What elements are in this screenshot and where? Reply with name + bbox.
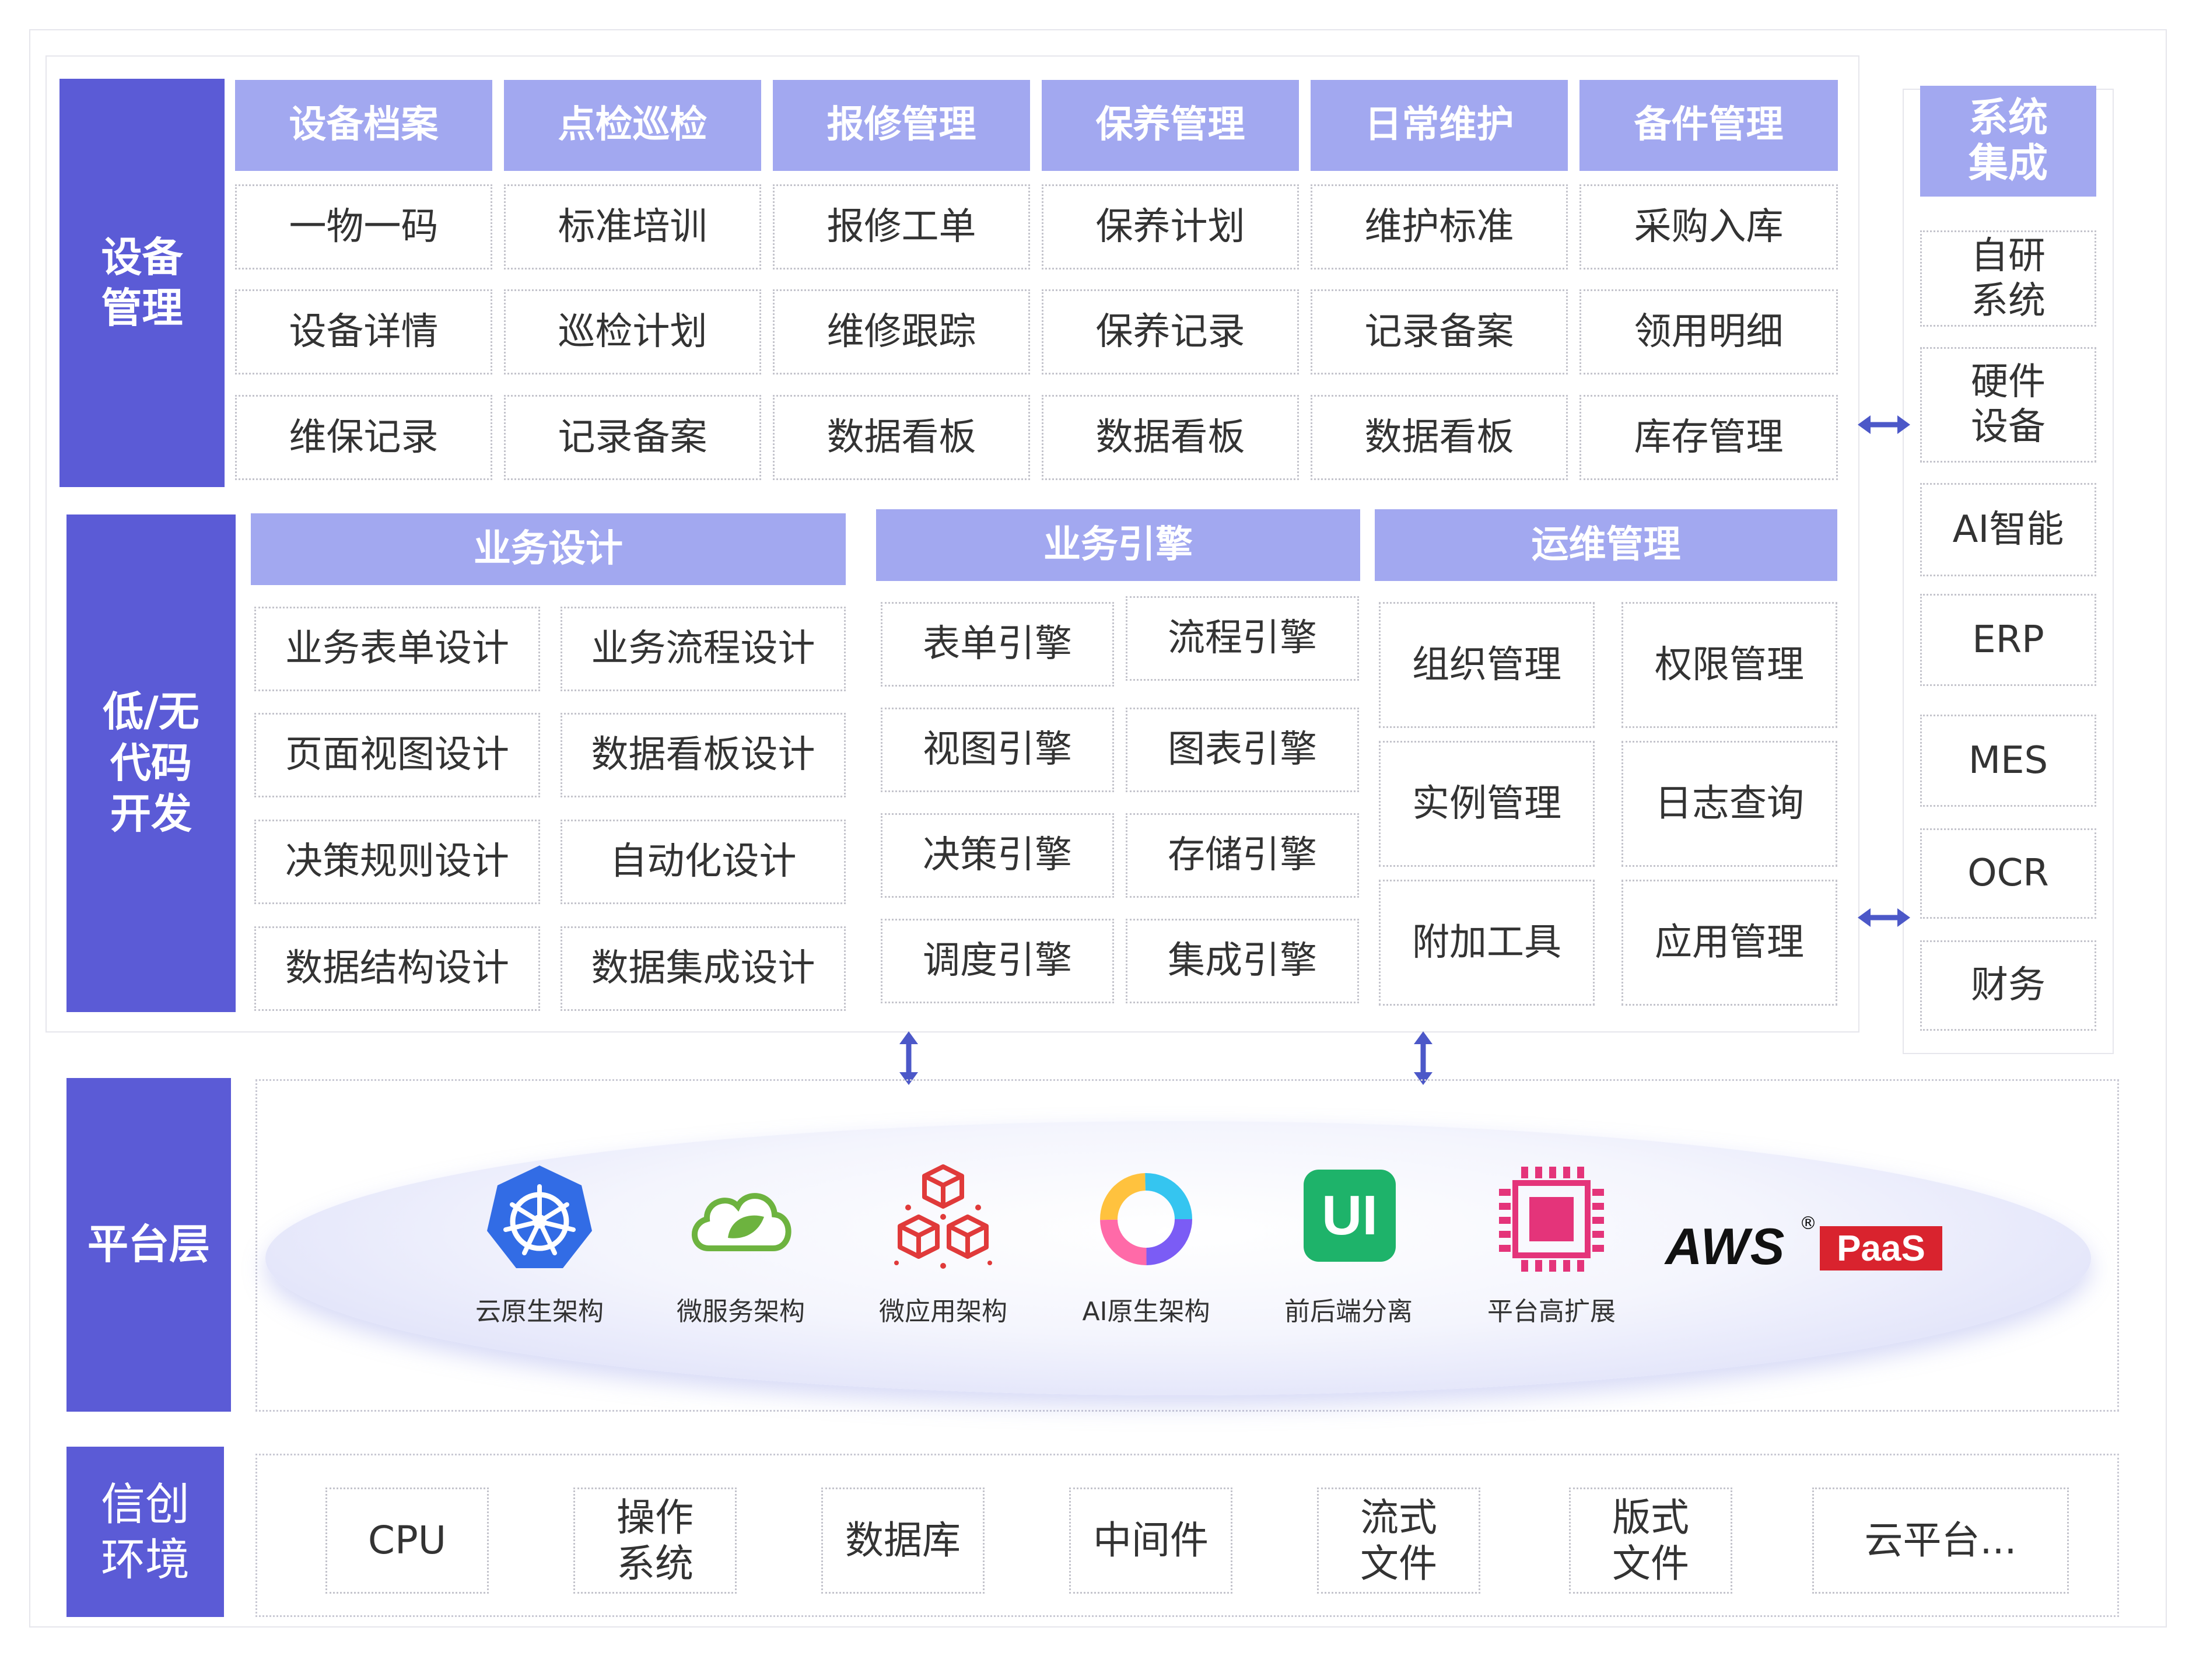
platform-item: 云原生架构 [435,1161,645,1336]
grid-cell: 权限管理 [1621,602,1837,728]
platform-item-label: AI原生架构 [1082,1297,1210,1326]
ui-icon-text: UI [1322,1184,1378,1247]
column-header: 报修管理 [773,80,1030,171]
xinchuang-item: CPU [325,1488,489,1594]
aws-logo-text: AWS [1665,1217,1786,1275]
grid-cell: 图表引擎 [1126,708,1359,792]
xinchuang-item: 操作 系统 [573,1488,737,1594]
grid-cell: 维修跟踪 [773,289,1030,374]
grid-cell: 保养计划 [1042,184,1299,270]
grid-cell: 业务表单设计 [254,607,540,691]
column-header: 保养管理 [1042,80,1299,171]
grid-cell: 领用明细 [1579,289,1838,374]
spring-cloud-icon [691,1193,791,1251]
grid-cell: 数据结构设计 [254,926,540,1011]
grid-cell: 一物一码 [235,184,492,270]
kubernetes-icon [487,1166,592,1268]
grid-cell: 日志查询 [1621,741,1837,867]
grid-cell: 数据看板 [773,395,1030,480]
paas-badge: PaaS [1820,1226,1942,1270]
grid-cell: 设备详情 [235,289,492,374]
group-header: 业务引擎 [876,509,1360,581]
grid-cell: 数据看板设计 [561,713,846,797]
grid-cell: 流程引擎 [1126,596,1359,681]
xinchuang-item: 数据库 [821,1488,985,1594]
grid-cell: 标准培训 [504,184,761,270]
grid-cell: 数据看板 [1311,395,1568,480]
integration-item: 硬件 设备 [1920,347,2096,463]
grid-cell: 数据集成设计 [561,926,846,1011]
xinchuang-item: 版式 文件 [1569,1488,1732,1594]
grid-cell: 记录备案 [504,395,761,480]
grid-cell: 保养记录 [1042,289,1299,374]
integration-item: OCR [1920,828,2096,919]
grid-cell: 维保记录 [235,395,492,480]
platform-item-label: 平台高扩展 [1487,1297,1616,1326]
platform-item-label: 前后端分离 [1284,1297,1413,1326]
double-arrow-icon [1858,908,1910,927]
chip-icon [1499,1167,1604,1272]
grid-cell: 采购入库 [1579,184,1838,270]
platform-item: 平台高扩展 [1447,1161,1656,1336]
ui-icon: UI [1304,1170,1396,1262]
grid-cell: 报修工单 [773,184,1030,270]
group-header: 业务设计 [251,513,846,585]
column-header: 点检巡检 [504,80,761,171]
grid-cell: 应用管理 [1621,880,1837,1006]
platform-item-label: 微应用架构 [879,1297,1007,1326]
grid-cell: 业务流程设计 [561,607,846,691]
column-header: 设备档案 [235,80,492,171]
grid-cell: 自动化设计 [561,820,846,904]
platform-item-label: 微服务架构 [677,1297,805,1326]
grid-cell: 库存管理 [1579,395,1838,480]
aws-registered-mark: ® [1799,1213,1817,1234]
integration-item: AI智能 [1920,483,2096,576]
grid-cell: 调度引擎 [881,919,1114,1003]
xinchuang-label: 信创 环境 [66,1447,224,1617]
xinchuang-item: 云平台... [1812,1488,2069,1594]
platform-item: 微服务架构 [636,1161,846,1336]
grid-cell: 附加工具 [1379,880,1595,1006]
double-arrow-icon [1858,415,1910,434]
grid-cell: 记录备案 [1311,289,1568,374]
ai-ring-icon [1100,1173,1192,1265]
vertical-arrow-icon [899,1031,918,1085]
grid-cell: 数据看板 [1042,395,1299,480]
platform-item: UI 前后端分离 [1244,1161,1454,1336]
grid-cell: 决策规则设计 [254,820,540,904]
grid-cell: 实例管理 [1379,741,1595,867]
vertical-arrow-icon [1414,1031,1433,1085]
grid-cell: 存储引擎 [1126,813,1359,898]
grid-cell: 组织管理 [1379,602,1595,728]
platform-label: 平台层 [66,1078,231,1412]
xinchuang-item: 中间件 [1069,1488,1232,1594]
paas-badge-text: PaaS [1837,1228,1925,1269]
grid-cell: 表单引擎 [881,602,1114,687]
grid-cell: 维护标准 [1311,184,1568,270]
grid-cell: 巡检计划 [504,289,761,374]
system-integration-header: 系统 集成 [1920,86,2096,197]
grid-cell: 视图引擎 [881,708,1114,792]
group-header: 运维管理 [1375,509,1837,581]
grid-cell: 决策引擎 [881,813,1114,898]
platform-item-label: 云原生架构 [475,1297,604,1326]
grid-cell: 页面视图设计 [254,713,540,797]
lowcode-label: 低/无 代码 开发 [66,514,236,1012]
integration-item: 财务 [1920,940,2096,1031]
integration-item: MES [1920,715,2096,807]
integration-item: 自研 系统 [1920,230,2096,327]
platform-item: 微应用架构 [838,1161,1048,1336]
device-management-label: 设备 管理 [59,79,225,487]
integration-item: ERP [1920,594,2096,686]
xinchuang-item: 流式 文件 [1317,1488,1480,1594]
cubes-icon [894,1164,992,1269]
platform-item: AI原生架构 [1041,1161,1251,1336]
column-header: 日常维护 [1311,80,1568,171]
column-header: 备件管理 [1579,80,1838,171]
grid-cell: 集成引擎 [1126,919,1359,1003]
aws-paas-logo: AWS ® PaaS [1665,1213,1945,1278]
